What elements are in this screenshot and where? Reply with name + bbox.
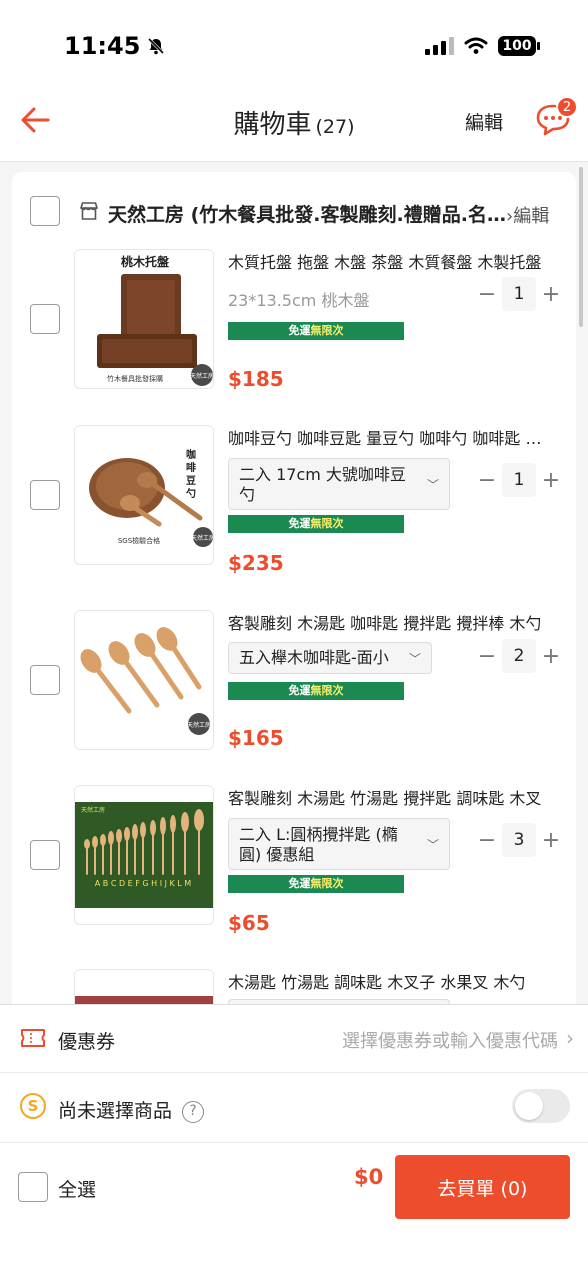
- increase-button[interactable]: +: [536, 828, 566, 853]
- svg-text:天然工房: 天然工房: [191, 534, 214, 542]
- coins-toggle[interactable]: [512, 1089, 570, 1123]
- chevron-down-icon: ﹀: [408, 652, 421, 666]
- product-photo: 天然工房: [75, 611, 213, 749]
- item-variation-select[interactable]: 二入 17cm 大號咖啡豆勺 ﹀: [228, 458, 450, 510]
- free-shipping-badge: 免運無限次: [228, 875, 404, 893]
- item-variation-select[interactable]: 二入 L:圓柄攪拌匙 (橢圓) 優惠組 ﹀: [228, 818, 450, 870]
- item-checkbox[interactable]: [30, 665, 60, 695]
- cart-item: 咖 啡 豆 勺 SGS檢驗合格 天然工房 咖啡豆勺 咖啡豆匙 量豆勺 咖啡勺 咖…: [12, 425, 576, 595]
- coupon-row[interactable]: 優惠券 選擇優惠券或輸入優惠代碼 ›: [0, 1005, 588, 1073]
- shop-cart-section: 天然工房 (竹木餐具批發.客製雕刻.禮贈品.名片架.聯名) ›編輯 桃木托盤 竹…: [12, 172, 576, 1032]
- quantity-value[interactable]: 1: [502, 463, 536, 497]
- signal-icon: [425, 37, 454, 55]
- svg-text:天然工房: 天然工房: [190, 372, 214, 380]
- product-photo: 天然工房: [75, 786, 213, 924]
- svg-text:竹木餐具批發採購: 竹木餐具批發採購: [107, 374, 163, 383]
- status-bar: 11:45 100: [0, 0, 588, 80]
- bell-slash-icon: [148, 37, 165, 55]
- checkout-panel: 優惠券 選擇優惠券或輸入優惠代碼 › S 尚未選擇商品? 全選 $0 去買單 (…: [0, 1004, 588, 1280]
- quantity-value[interactable]: 3: [502, 823, 536, 857]
- cart-count: (27): [315, 116, 355, 138]
- edit-button[interactable]: 編輯: [465, 108, 503, 135]
- chevron-down-icon: ﹀: [426, 838, 439, 852]
- product-image[interactable]: 桃木托盤 竹木餐具批發採購 天然工房: [74, 249, 214, 389]
- svg-text:天然工房: 天然工房: [187, 721, 211, 729]
- product-image[interactable]: 咖 啡 豆 勺 SGS檢驗合格 天然工房: [74, 425, 214, 565]
- item-checkbox[interactable]: [30, 840, 60, 870]
- decrease-button[interactable]: −: [472, 282, 502, 307]
- shop-icon: [80, 202, 98, 220]
- item-price: $235: [228, 551, 284, 575]
- free-shipping-badge: 免運無限次: [228, 322, 404, 340]
- item-price: $185: [228, 367, 284, 391]
- product-photo: 咖 啡 豆 勺 SGS檢驗合格 天然工房: [75, 426, 214, 564]
- coins-row: S 尚未選擇商品?: [0, 1073, 588, 1143]
- coupon-label: 優惠券: [58, 1031, 116, 1053]
- svg-text:A B C D E F G H I J K L M: A B C D E F G H I J K L M: [95, 879, 192, 888]
- product-image[interactable]: 天然工房: [74, 785, 214, 925]
- cart-item: 桃木托盤 竹木餐具批發採購 天然工房 木質托盤 拖盤 木盤 茶盤 木質餐盤 木製…: [12, 249, 576, 419]
- svg-text:桃木托盤: 桃木托盤: [121, 254, 170, 269]
- item-name[interactable]: 客製雕刻 木湯匙 咖啡匙 攪拌匙 攪拌棒 木勺: [228, 610, 548, 634]
- decrease-button[interactable]: −: [472, 828, 502, 853]
- chevron-down-icon: ﹀: [426, 478, 439, 492]
- battery-icon: 100: [498, 36, 540, 56]
- svg-text:啡: 啡: [186, 461, 196, 474]
- item-price: $65: [228, 911, 270, 935]
- quantity-stepper: − 2 +: [472, 639, 566, 673]
- decrease-button[interactable]: −: [472, 644, 502, 669]
- shop-edit-button[interactable]: ›編輯: [506, 202, 549, 228]
- svg-text:SGS檢驗合格: SGS檢驗合格: [118, 536, 160, 545]
- item-variation[interactable]: 23*13.5cm 桃木盤: [228, 287, 369, 311]
- quantity-value[interactable]: 2: [502, 639, 536, 673]
- total-price: $0: [354, 1165, 384, 1189]
- help-icon[interactable]: ?: [182, 1100, 205, 1123]
- cart-item: 天然工房 客製雕刻 木湯匙 咖啡匙 攪拌匙 攪拌棒 木勺 五入櫸木咖啡匙-面小 ﹀…: [12, 610, 576, 780]
- product-photo: 桃木托盤 竹木餐具批發採購 天然工房: [75, 250, 214, 388]
- coupon-hint[interactable]: 選擇優惠券或輸入優惠代碼: [342, 1027, 558, 1053]
- quantity-stepper: − 1 +: [472, 277, 566, 311]
- increase-button[interactable]: +: [536, 282, 566, 307]
- shop-checkbox[interactable]: [30, 196, 60, 226]
- scrollbar[interactable]: [579, 167, 583, 327]
- select-all-label[interactable]: 全選: [58, 1175, 96, 1202]
- shop-row: 天然工房 (竹木餐具批發.客製雕刻.禮贈品.名片架.聯名) ›編輯: [12, 190, 576, 234]
- wifi-icon: [464, 37, 488, 54]
- coupon-icon: [21, 1029, 45, 1047]
- chat-badge: 2: [556, 96, 578, 118]
- item-checkbox[interactable]: [30, 480, 60, 510]
- quantity-value[interactable]: 1: [502, 277, 536, 311]
- coin-icon: S: [20, 1093, 46, 1119]
- svg-text:勺: 勺: [186, 487, 196, 500]
- svg-text:豆: 豆: [186, 475, 196, 487]
- increase-button[interactable]: +: [536, 644, 566, 669]
- cart-item: 天然工房 A B C D E F G H I J K L M 客製雕刻 木湯匙 …: [12, 785, 576, 955]
- item-price: $165: [228, 726, 284, 750]
- item-name[interactable]: 木湯匙 竹湯匙 調味匙 木叉子 水果叉 木勺: [228, 969, 548, 993]
- svg-text:天然工房: 天然工房: [81, 806, 105, 814]
- item-name[interactable]: 客製雕刻 木湯匙 竹湯匙 攪拌匙 調味匙 木叉: [228, 785, 548, 809]
- increase-button[interactable]: +: [536, 468, 566, 493]
- decrease-button[interactable]: −: [472, 468, 502, 493]
- item-checkbox[interactable]: [30, 304, 60, 334]
- free-shipping-badge: 免運無限次: [228, 515, 404, 533]
- coins-label: 尚未選擇商品?: [58, 1096, 205, 1123]
- checkout-button[interactable]: 去買單 (0): [395, 1155, 570, 1219]
- select-all-checkbox[interactable]: [18, 1172, 48, 1202]
- item-name[interactable]: 咖啡豆勺 咖啡豆匙 量豆勺 咖啡勺 咖啡匙 木勺: [228, 425, 548, 449]
- product-image[interactable]: 天然工房: [74, 610, 214, 750]
- quantity-stepper: − 1 +: [472, 463, 566, 497]
- cart-header: 購物車 (27) 編輯: [0, 80, 588, 162]
- item-variation-select[interactable]: 五入櫸木咖啡匙-面小 ﹀: [228, 642, 432, 674]
- item-name[interactable]: 木質托盤 拖盤 木盤 茶盤 木質餐盤 木製托盤: [228, 249, 548, 273]
- free-shipping-badge: 免運無限次: [228, 682, 404, 700]
- svg-text:咖: 咖: [186, 448, 196, 461]
- shop-name[interactable]: 天然工房 (竹木餐具批發.客製雕刻.禮贈品.名片架.聯名): [108, 200, 508, 227]
- status-time: 11:45: [64, 32, 166, 60]
- quantity-stepper: − 3 +: [472, 823, 566, 857]
- chevron-right-icon: ›: [566, 1026, 574, 1050]
